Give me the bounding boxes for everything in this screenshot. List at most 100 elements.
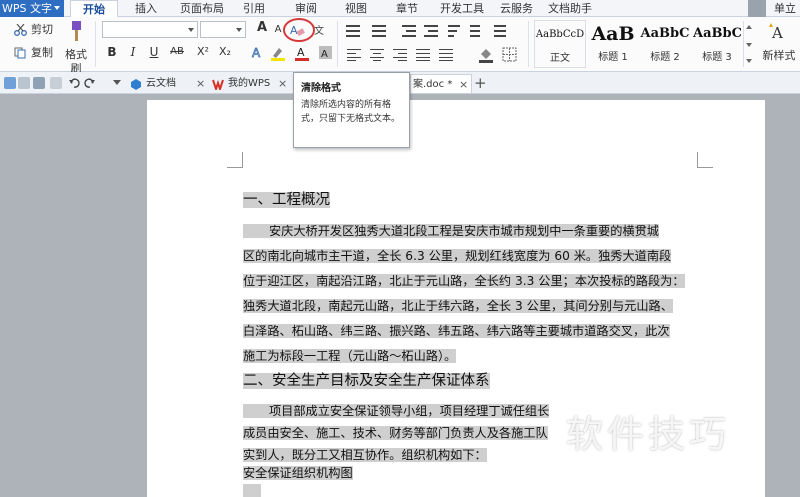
line-text: 一、工程概况 [243,192,330,208]
ribbon-divider [95,21,96,67]
style-heading-2[interactable]: AaBbC 标题 2 [639,20,691,68]
style-heading-3[interactable]: AaBbC 标题 3 [693,20,741,68]
paragraph-line[interactable]: 位于迎江区，南起沿江路，北止于元山路，全长约 3.3 公里；本次投标的路段为： [243,270,685,292]
tab-view[interactable]: 视图 [345,0,367,17]
font-size-combo[interactable] [200,21,246,38]
increase-indent-button[interactable] [424,25,440,37]
tab-label: 我的WPS [228,78,271,89]
new-style-icon: A [769,23,783,42]
numbered-list-button[interactable] [372,25,388,37]
superscript-button[interactable]: X² [194,45,212,61]
underline-button[interactable]: U [146,45,162,61]
scissors-icon [14,24,27,36]
tab-references[interactable]: 引用 [243,0,265,17]
paragraph-line[interactable]: 成员由安全、施工、技术、财务等部门负责人及各施工队 [243,422,548,444]
line-spacing-button[interactable] [494,25,510,37]
tab-active-document[interactable]: 案.doc * × [410,74,472,93]
decrease-indent-button[interactable] [402,25,418,37]
tab-my-wps[interactable]: 我的WPS × [212,74,294,93]
style-heading-1[interactable]: AaB 标题 1 [589,20,637,68]
app-name: WPS 文字 [2,2,52,15]
close-icon[interactable]: × [459,75,468,94]
svg-text:A: A [297,46,305,59]
new-tab-button[interactable]: + [474,74,487,92]
line-text: 实到人，既分工又相互协作。组织机构如下： [243,448,487,462]
font-name-combo[interactable] [102,21,198,38]
export-icon[interactable] [50,77,62,89]
paintbrush-icon [72,21,81,41]
tab-developer[interactable]: 开发工具 [440,0,484,17]
copy-icon [14,47,26,59]
copy-button[interactable]: 复制 [14,46,53,60]
redo-icon[interactable] [84,77,96,89]
align-center-button[interactable] [370,49,384,61]
highlight-color-button[interactable] [270,45,286,61]
sort-button[interactable] [448,25,464,37]
phonetic-button[interactable]: 文 [312,23,328,39]
cut-button[interactable]: 剪切 [14,23,53,37]
menu-bar: WPS 文字 开始 插入 页面布局 引用 审阅 视图 章节 开发工具 云服务 文… [0,0,800,17]
line-text: 施工为标段一工程（元山路～柘山路）。 [243,349,457,363]
subscript-button[interactable]: X₂ [216,45,234,61]
line-text: 安庆大桥开发区独秀大道北段工程是安庆市城市规划中一条重要的横贯城 [243,224,659,238]
tab-cloud-service[interactable]: 云服务 [500,0,533,17]
tab-cloud-docs[interactable]: 云文档 × [130,74,212,93]
paragraph-line[interactable]: 独秀大道北段，南起元山路，北止于纬六路，全长 3 公里，其间分别与元山路、 [243,295,673,317]
tab-start[interactable]: 开始 [70,0,118,17]
font-color-button[interactable]: A [294,45,310,61]
paragraph-line[interactable]: 安全保证组织机构图 [243,462,353,484]
paragraph-line[interactable]: 施工为标段一工程（元山路～柘山路）。 [243,345,457,367]
phonetic-icon: 文 [314,24,324,37]
shading-button[interactable] [478,47,494,63]
tab-label: 云文档 [146,78,176,89]
distribute-button[interactable] [439,49,453,61]
user-area[interactable]: 单立 [744,0,800,17]
margin-corner-mark [697,152,713,168]
line-text: 二、安全生产目标及安全生产保证体系 [243,373,490,389]
bullet-list-button[interactable] [346,25,362,37]
style-name: 标题 3 [702,52,732,63]
heading-1[interactable]: 一、工程概况 [243,189,330,211]
undo-icon[interactable] [68,77,80,89]
align-right-button[interactable] [393,49,407,61]
paragraph-line[interactable]: 区的南北向城市主干道，全长 6.3 公里，规划红线宽度为 60 米。独秀大道南段 [243,245,672,267]
style-normal[interactable]: AaBbCcD 正文 [534,20,586,68]
avatar[interactable] [748,0,766,17]
justify-button[interactable] [416,49,430,61]
ribbon-divider [337,21,338,67]
line-text: 位于迎江区，南起沿江路，北止于元山路，全长约 3.3 公里；本次投标的路段为： [243,274,685,288]
user-label: 单立 [774,2,796,15]
app-menu-button[interactable]: WPS 文字 [0,0,64,17]
chevron-down-icon[interactable] [113,80,121,86]
italic-button[interactable]: I [125,45,141,61]
line-text: 成员由安全、施工、技术、财务等部门负责人及各施工队 [243,426,548,440]
text-effect-button[interactable]: A [250,45,266,61]
char-shading-button[interactable]: A [318,45,334,61]
print-preview-icon[interactable] [18,77,30,89]
clear-format-tooltip: 清除格式 清除所选内容的所有格式，只留下无格式文本。 [293,72,410,148]
close-icon[interactable]: × [278,74,287,93]
format-painter-button[interactable]: 格式刷 [60,20,92,75]
tab-page-layout[interactable]: 页面布局 [180,0,224,17]
tab-insert[interactable]: 插入 [135,0,157,17]
font-color-icon: A [295,46,309,61]
grow-font-button[interactable]: A [254,21,270,37]
new-style-button[interactable]: A 新样式 [760,21,798,63]
line-text: 白泽路、柘山路、纬三路、振兴路、纬五路、纬六路等主要城市道路交叉，此次 [243,324,670,338]
show-marks-button[interactable] [470,25,486,37]
close-icon[interactable]: × [196,74,205,93]
tab-doc-assistant[interactable]: 文档助手 [548,0,592,17]
tab-sections[interactable]: 章节 [396,0,418,17]
paragraph-line[interactable]: 项目部成立安全保证领导小组，项目经理丁诚任组长 [243,400,550,422]
bold-button[interactable]: B [104,45,120,61]
paragraph-line[interactable]: 安庆大桥开发区独秀大道北段工程是安庆市城市规划中一条重要的横贯城 [243,220,659,242]
tab-review[interactable]: 审阅 [295,0,317,17]
styles-scroll[interactable] [743,21,753,67]
strikethrough-button[interactable]: AB [166,45,188,61]
save-icon[interactable] [4,77,16,89]
align-left-button[interactable] [347,49,361,61]
heading-2[interactable]: 二、安全生产目标及安全生产保证体系 [243,370,490,392]
paragraph-line[interactable]: 白泽路、柘山路、纬三路、振兴路、纬五路、纬六路等主要城市道路交叉，此次 [243,320,670,342]
borders-button[interactable] [502,47,518,63]
print-icon[interactable] [33,77,45,89]
